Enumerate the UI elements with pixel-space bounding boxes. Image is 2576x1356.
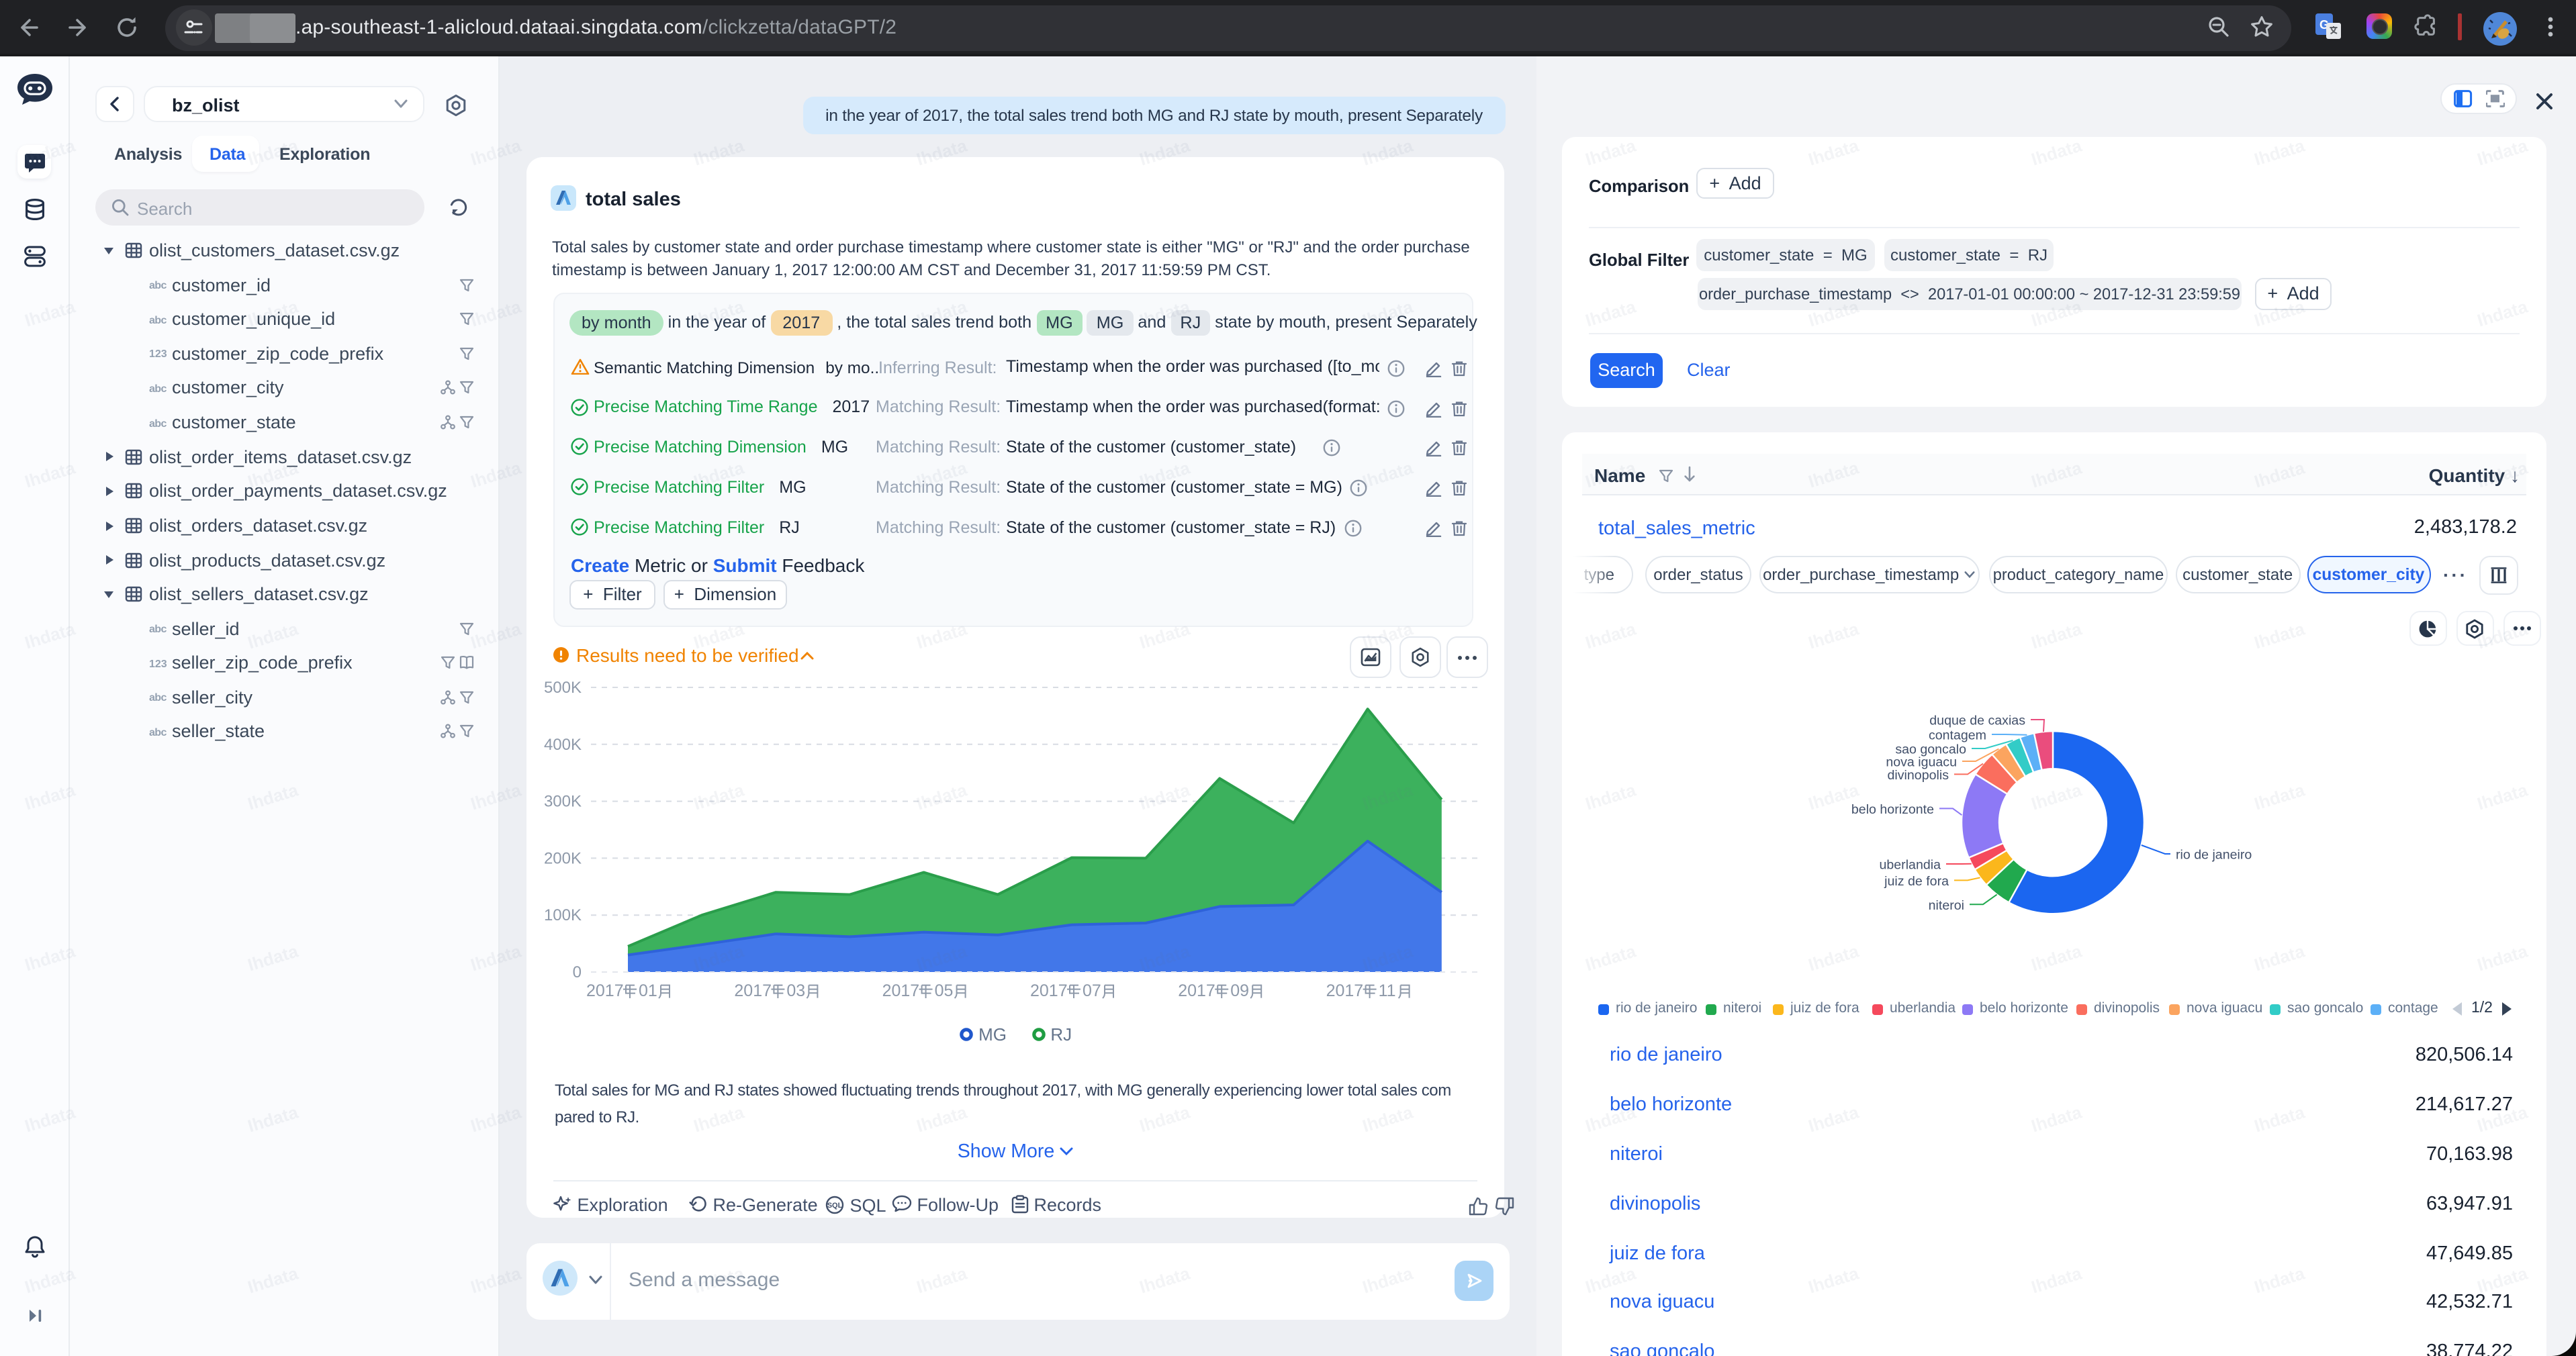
svg-text:duque de caxias: duque de caxias	[1929, 714, 2025, 728]
svg-text:01: 01	[639, 981, 657, 1000]
svg-text:SQL: SQL	[827, 1201, 843, 1209]
svg-text:2017: 2017	[586, 981, 624, 1000]
svg-text:200K: 200K	[544, 849, 582, 867]
svg-text:09: 09	[1230, 981, 1249, 1000]
svg-text:2017: 2017	[1326, 981, 1364, 1000]
svg-text:500K: 500K	[544, 679, 582, 697]
svg-text:contagem: contagem	[1929, 728, 1986, 743]
svg-text:2017: 2017	[1178, 981, 1215, 1000]
svg-text:05: 05	[935, 981, 954, 1000]
svg-text:100K: 100K	[544, 906, 582, 924]
svg-text:2017: 2017	[1030, 981, 1068, 1000]
svg-text:belo horizonte: belo horizonte	[1851, 802, 1934, 817]
svg-text:rio de janeiro: rio de janeiro	[2176, 848, 2252, 863]
svg-text:11: 11	[1379, 981, 1396, 1000]
svg-text:300K: 300K	[544, 793, 582, 811]
svg-text:2017: 2017	[882, 981, 920, 1000]
svg-text:400K: 400K	[544, 736, 582, 754]
svg-text:2017: 2017	[734, 981, 772, 1000]
svg-text:niteroi: niteroi	[1929, 898, 1964, 913]
svg-text:uberlandia: uberlandia	[1879, 858, 1941, 873]
svg-text:divinopolis: divinopolis	[1888, 768, 1949, 783]
svg-text:03: 03	[786, 981, 805, 1000]
svg-text:0: 0	[573, 963, 582, 981]
svg-text:07: 07	[1083, 981, 1101, 1000]
svg-text:juiz de fora: juiz de fora	[1884, 874, 1949, 889]
